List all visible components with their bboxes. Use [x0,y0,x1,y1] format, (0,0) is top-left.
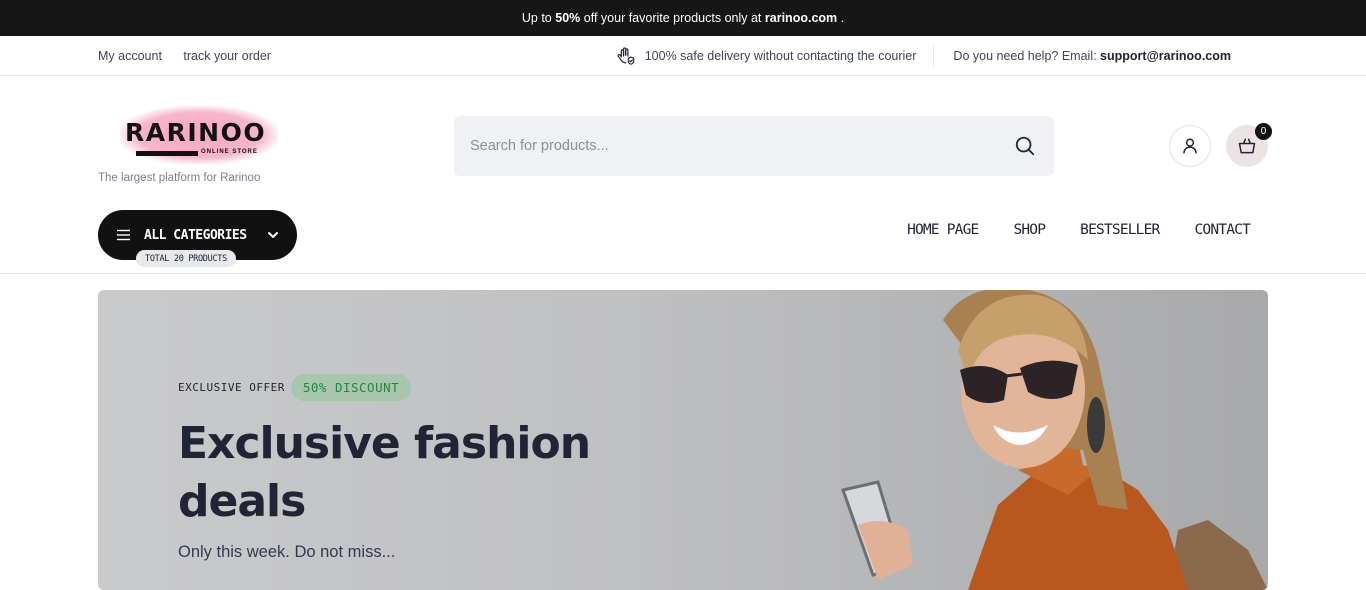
hero-title: Exclusive fashion deals [178,418,591,527]
nav-home-page[interactable]: HOME PAGE [907,222,979,238]
announcement-prefix: Up to [521,11,552,25]
search-button[interactable] [1012,133,1038,159]
logo-subtext: ONLINE STORE [201,149,258,155]
main-nav: HOME PAGE SHOP BESTSELLER CONTACT [872,222,1251,238]
delivery-info: 100% safe delivery without contacting th… [614,45,935,66]
exclusive-offer-label: EXCLUSIVE OFFER [178,381,285,394]
hero-banner[interactable]: EXCLUSIVE OFFER 50% DISCOUNT Exclusive f… [98,290,1268,590]
site-header: RARINOO ONLINE STORE The largest platfor… [0,76,1366,198]
discount-badge: 50% DISCOUNT [290,374,412,401]
search-icon [1015,136,1035,156]
hero-model-image [841,290,1268,590]
support-email-link[interactable]: support@rarinoo.com [1100,49,1231,63]
cart-count-badge: 0 [1255,123,1272,140]
nav-contact[interactable]: CONTACT [1194,222,1250,238]
announcement-suffix: . [840,11,845,25]
search-bar [454,116,1054,176]
hand-shield-icon [617,46,635,65]
delivery-text: 100% safe delivery without contacting th… [644,48,917,63]
help-prefix: Do you need help? Email: [953,48,1101,63]
my-account-link[interactable]: My account [98,49,162,63]
all-categories-label: ALL CATEGORIES [144,227,247,243]
offer-row: EXCLUSIVE OFFER 50% DISCOUNT [178,374,618,401]
top-links: My account track your order [98,49,289,63]
menu-icon [117,229,130,241]
nav-bestseller[interactable]: BESTSELLER [1080,222,1160,238]
top-bar: My account track your order 100% safe de… [0,36,1366,76]
basket-icon [1238,138,1256,154]
top-info: 100% safe delivery without contacting th… [614,45,1268,66]
user-icon [1183,138,1197,154]
announcement-highlight: 50% [555,11,581,25]
announcement-middle: off your favorite products only at [583,11,762,25]
nav-row: ALL CATEGORIES TOTAL 20 PRODUCTS HOME PA… [0,198,1366,274]
search-input[interactable] [470,138,1012,154]
cart-button[interactable]: 0 [1226,123,1272,167]
chevron-down-icon [268,232,278,238]
total-products-badge: TOTAL 20 PRODUCTS [136,250,236,267]
account-button[interactable] [1169,125,1211,167]
help-info: Do you need help? Email: support@rarinoo… [953,49,1268,63]
site-tagline: The largest platform for Rarinoo [98,172,261,184]
logo-text: RARINOO [125,118,267,147]
track-order-link[interactable]: track your order [183,49,271,63]
hero-subtitle: Only this week. Do not miss... [178,543,396,561]
hero-content: EXCLUSIVE OFFER 50% DISCOUNT Exclusive f… [178,374,618,562]
logo-bar [136,151,198,156]
announcement-bar: Up to 50% off your favorite products onl… [0,0,1366,36]
announcement-site-link[interactable]: rarinoo.com [765,11,837,25]
nav-shop[interactable]: SHOP [1013,222,1046,238]
